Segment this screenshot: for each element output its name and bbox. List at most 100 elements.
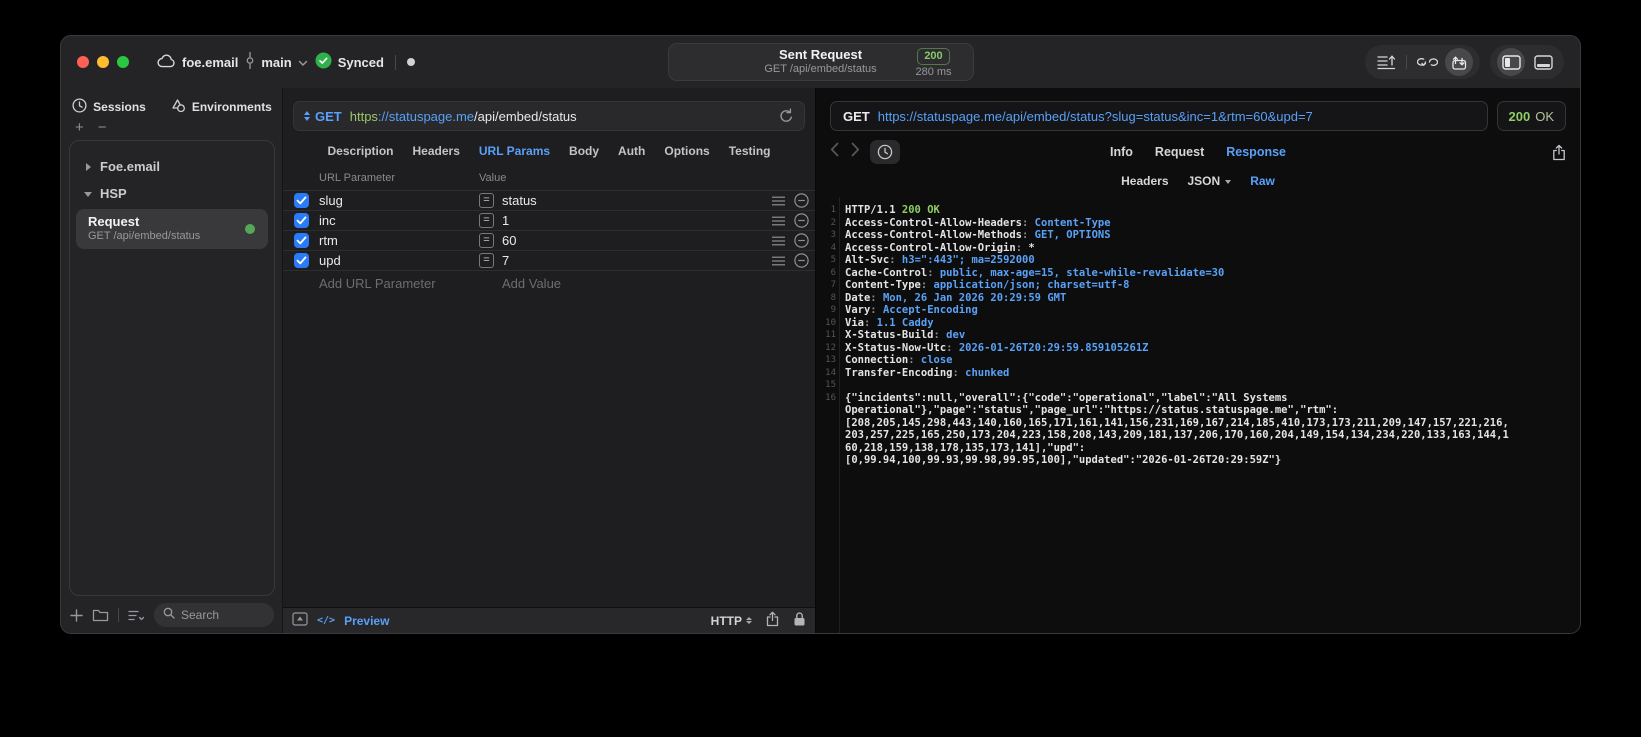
code-line: 13 Connection: close: [825, 354, 953, 366]
refresh-icon[interactable]: [779, 108, 794, 124]
drag-handle-icon[interactable]: [772, 256, 785, 266]
expand-panel-icon[interactable]: [292, 612, 308, 629]
search-input[interactable]: [181, 608, 265, 622]
param-value[interactable]: 7: [502, 253, 509, 268]
request-tab-auth[interactable]: Auth: [618, 144, 645, 158]
param-name[interactable]: rtm: [319, 233, 479, 248]
tree-item-label: HSP: [100, 186, 127, 201]
response-body[interactable]: 1 HTTP/1.1 200 OK 2 Access-Control-Allow-He…: [816, 197, 1580, 633]
sync-status[interactable]: Synced: [315, 52, 384, 72]
code-line: 10 Via: 1.1 Caddy: [825, 316, 934, 329]
equals-operator-icon: =: [479, 233, 494, 248]
code-line: 9 Vary: Accept-Encoding: [830, 304, 978, 316]
close-window-button[interactable]: [77, 56, 89, 68]
code-line: [0,99.94,100,99.93,99.98,99.95,100],"upd…: [845, 454, 1282, 466]
tab-environments[interactable]: Environments: [170, 98, 272, 116]
remove-session-button[interactable]: −: [98, 119, 107, 136]
minimize-window-button[interactable]: [97, 56, 109, 68]
equals-operator-icon: =: [479, 193, 494, 208]
import-request-icon[interactable]: [1445, 48, 1473, 76]
param-name[interactable]: inc: [319, 213, 479, 228]
preview-button[interactable]: Preview: [344, 614, 389, 628]
remove-param-icon[interactable]: [794, 213, 809, 228]
response-url-box[interactable]: GET https://statuspage.me/api/embed/stat…: [830, 101, 1488, 131]
param-row-inc: inc = 1: [283, 211, 815, 231]
request-tab-options[interactable]: Options: [664, 144, 709, 158]
request-url-bar[interactable]: GET https://statuspage.me/api/embed/stat…: [293, 101, 805, 131]
branch-selector[interactable]: main: [245, 52, 307, 72]
tab-sessions[interactable]: Sessions: [72, 98, 146, 116]
request-list-item-selected[interactable]: Request GET /api/embed/status: [76, 209, 268, 249]
back-arrow-icon[interactable]: [830, 142, 839, 162]
remove-param-icon[interactable]: [794, 193, 809, 208]
column-header-value: Value: [479, 172, 507, 184]
zoom-window-button[interactable]: [117, 56, 129, 68]
toggle-bottom-panel-icon[interactable]: [1529, 48, 1557, 76]
request-tab-headers[interactable]: Headers: [413, 144, 460, 158]
share-icon[interactable]: [766, 611, 779, 630]
param-enabled-checkbox[interactable]: [293, 213, 309, 228]
response-subtab-headers[interactable]: Headers: [1121, 174, 1168, 188]
environments-icon: [170, 98, 186, 116]
add-session-button[interactable]: +: [75, 119, 84, 136]
forward-arrow-icon[interactable]: [851, 142, 860, 162]
param-name[interactable]: upd: [319, 253, 479, 268]
drag-handle-icon[interactable]: [772, 196, 785, 206]
remove-param-icon[interactable]: [794, 253, 809, 268]
method-stepper-icon[interactable]: [304, 111, 310, 121]
sent-request-card[interactable]: Sent Request GET /api/embed/status 200 2…: [667, 43, 974, 81]
project-selector[interactable]: foe.email: [157, 54, 238, 71]
drag-handle-icon[interactable]: [772, 236, 785, 246]
branch-icon: [245, 52, 255, 72]
sessions-list: Foe.email HSP Request GET /api/embed/sta…: [69, 140, 275, 596]
add-param-name-field[interactable]: Add URL Parameter: [319, 276, 479, 291]
tree-item-foe-email[interactable]: Foe.email: [76, 153, 268, 180]
response-tab-request[interactable]: Request: [1155, 145, 1204, 159]
new-folder-icon[interactable]: [92, 608, 109, 622]
lock-icon[interactable]: [793, 611, 806, 630]
branch-name: main: [261, 54, 292, 70]
divider: [1406, 55, 1407, 69]
code-line: 7 Content-Type: application/json; charset…: [830, 279, 1130, 291]
code-preview-icon: </>: [317, 615, 336, 626]
chevron-down-icon: [84, 190, 92, 198]
request-tab-testing[interactable]: Testing: [729, 144, 771, 158]
param-enabled-checkbox[interactable]: [293, 233, 309, 248]
request-status-dot: [245, 224, 255, 234]
request-tab-body[interactable]: Body: [569, 144, 599, 158]
history-clock-icon[interactable]: [870, 140, 900, 164]
param-name[interactable]: slug: [319, 193, 479, 208]
code-line: 60,218,159,138,178,135,173,141],"upd":: [845, 441, 1086, 454]
request-method[interactable]: GET: [315, 109, 342, 124]
tree-item-hsp[interactable]: HSP: [76, 180, 268, 207]
toggle-sidebar-icon[interactable]: [1497, 48, 1525, 76]
response-tab-response[interactable]: Response: [1226, 145, 1286, 159]
param-value[interactable]: 1: [502, 213, 509, 228]
add-param-value-field[interactable]: Add Value: [479, 276, 815, 291]
code-line: 4 Access-Control-Allow-Origin: *: [830, 241, 1035, 254]
code-line: 8 Date: Mon, 26 Jan 2026 20:29:59 GMT: [830, 291, 1067, 304]
response-subtab-raw[interactable]: Raw: [1250, 174, 1275, 188]
remove-param-icon[interactable]: [794, 233, 809, 248]
param-value[interactable]: status: [502, 193, 537, 208]
response-tab-info[interactable]: Info: [1110, 145, 1133, 159]
param-value[interactable]: 60: [502, 233, 516, 248]
chevron-down-icon: [298, 55, 308, 70]
param-enabled-checkbox[interactable]: [293, 193, 309, 208]
add-request-icon[interactable]: [70, 608, 83, 622]
divider: [118, 608, 119, 622]
sort-options-icon[interactable]: [128, 609, 145, 622]
request-tab-description[interactable]: Description: [328, 144, 394, 158]
request-list-icon[interactable]: [1372, 48, 1400, 76]
sync-loop-icon[interactable]: [1413, 48, 1441, 76]
response-subtab-json[interactable]: JSON: [1188, 174, 1232, 188]
param-enabled-checkbox[interactable]: [293, 253, 309, 268]
param-row-slug: slug = status: [283, 191, 815, 211]
request-panel: GET https://statuspage.me/api/embed/stat…: [282, 88, 816, 633]
request-tab-url-params[interactable]: URL Params: [479, 144, 550, 158]
export-response-icon[interactable]: [1552, 144, 1566, 161]
toolbar-group-layout: [1490, 45, 1564, 79]
response-url: https://statuspage.me/api/embed/status?s…: [877, 108, 1313, 124]
drag-handle-icon[interactable]: [772, 216, 785, 226]
protocol-selector[interactable]: HTTP: [711, 614, 752, 628]
